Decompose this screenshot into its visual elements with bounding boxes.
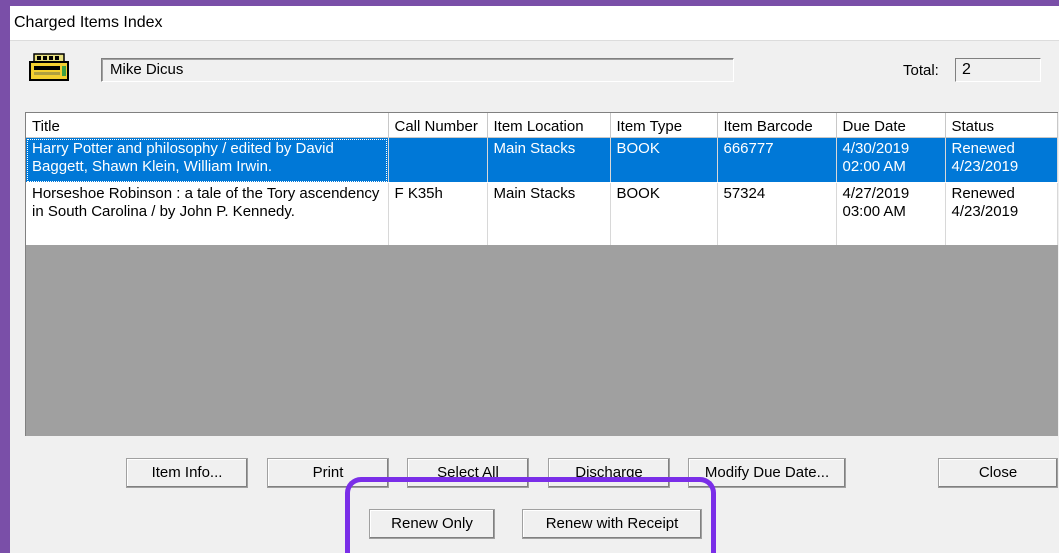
window-frame-left — [0, 0, 10, 553]
cell-location: Main Stacks — [487, 137, 611, 183]
total-label: Total: — [903, 62, 939, 79]
due-time: 02:00 AM — [842, 158, 906, 175]
cell-call-number — [388, 137, 488, 183]
status-date: 4/23/2019 — [951, 203, 1019, 220]
cell-title: Harry Potter and philosophy / edited by … — [26, 137, 389, 183]
item-info-button[interactable]: Item Info... — [126, 458, 248, 488]
cell-type: BOOK — [610, 137, 718, 183]
due-time: 03:00 AM — [842, 203, 906, 220]
discharge-button[interactable]: Discharge — [548, 458, 670, 488]
cell-status: Renewed 4/23/2019 — [945, 137, 1058, 183]
charged-items-table: Title Call Number Item Location Item Typ… — [26, 113, 1058, 245]
column-header-title[interactable]: Title — [26, 113, 389, 138]
status-text: Renewed — [951, 185, 1015, 202]
patron-name-field: Mike Dicus — [101, 58, 734, 82]
print-button[interactable]: Print — [267, 458, 389, 488]
cell-barcode: 666777 — [717, 137, 837, 183]
table-row[interactable]: Harry Potter and philosophy / edited by … — [26, 137, 1058, 183]
charged-items-grid[interactable]: Title Call Number Item Location Item Typ… — [25, 112, 1058, 436]
cell-call-number: F K35h — [388, 182, 488, 245]
select-all-button[interactable]: Select All — [407, 458, 529, 488]
charged-items-window: Charged Items Index Mike Dicus Total: 2 — [0, 0, 1059, 553]
window-title: Charged Items Index — [14, 14, 163, 31]
modify-due-date-button[interactable]: Modify Due Date... — [688, 458, 846, 488]
status-text: Renewed — [951, 140, 1015, 157]
title-bar[interactable]: Charged Items Index — [10, 6, 1059, 41]
cell-status: Renewed 4/23/2019 — [945, 182, 1058, 245]
due-date: 4/30/2019 — [842, 140, 910, 157]
column-header-item-type[interactable]: Item Type — [610, 113, 718, 138]
total-count-field: 2 — [955, 58, 1041, 82]
column-header-call-number[interactable]: Call Number — [388, 113, 488, 138]
patron-record-icon — [29, 53, 69, 81]
cell-type: BOOK — [610, 182, 718, 245]
renew-only-button[interactable]: Renew Only — [369, 509, 495, 539]
cell-location: Main Stacks — [487, 182, 611, 245]
due-date: 4/27/2019 — [842, 185, 910, 202]
cell-barcode: 57324 — [717, 182, 837, 245]
column-header-due-date[interactable]: Due Date — [836, 113, 946, 138]
status-date: 4/23/2019 — [951, 158, 1019, 175]
column-header-status[interactable]: Status — [945, 113, 1058, 138]
column-header-item-location[interactable]: Item Location — [487, 113, 611, 138]
column-header-item-barcode[interactable]: Item Barcode — [717, 113, 837, 138]
cell-title: Horseshoe Robinson : a tale of the Tory … — [26, 182, 389, 245]
cell-due-date: 4/27/2019 03:00 AM — [836, 182, 946, 245]
table-row[interactable]: Horseshoe Robinson : a tale of the Tory … — [26, 182, 1058, 245]
cell-due-date: 4/30/2019 02:00 AM — [836, 137, 946, 183]
renew-with-receipt-button[interactable]: Renew with Receipt — [522, 509, 702, 539]
close-button[interactable]: Close — [938, 458, 1058, 488]
